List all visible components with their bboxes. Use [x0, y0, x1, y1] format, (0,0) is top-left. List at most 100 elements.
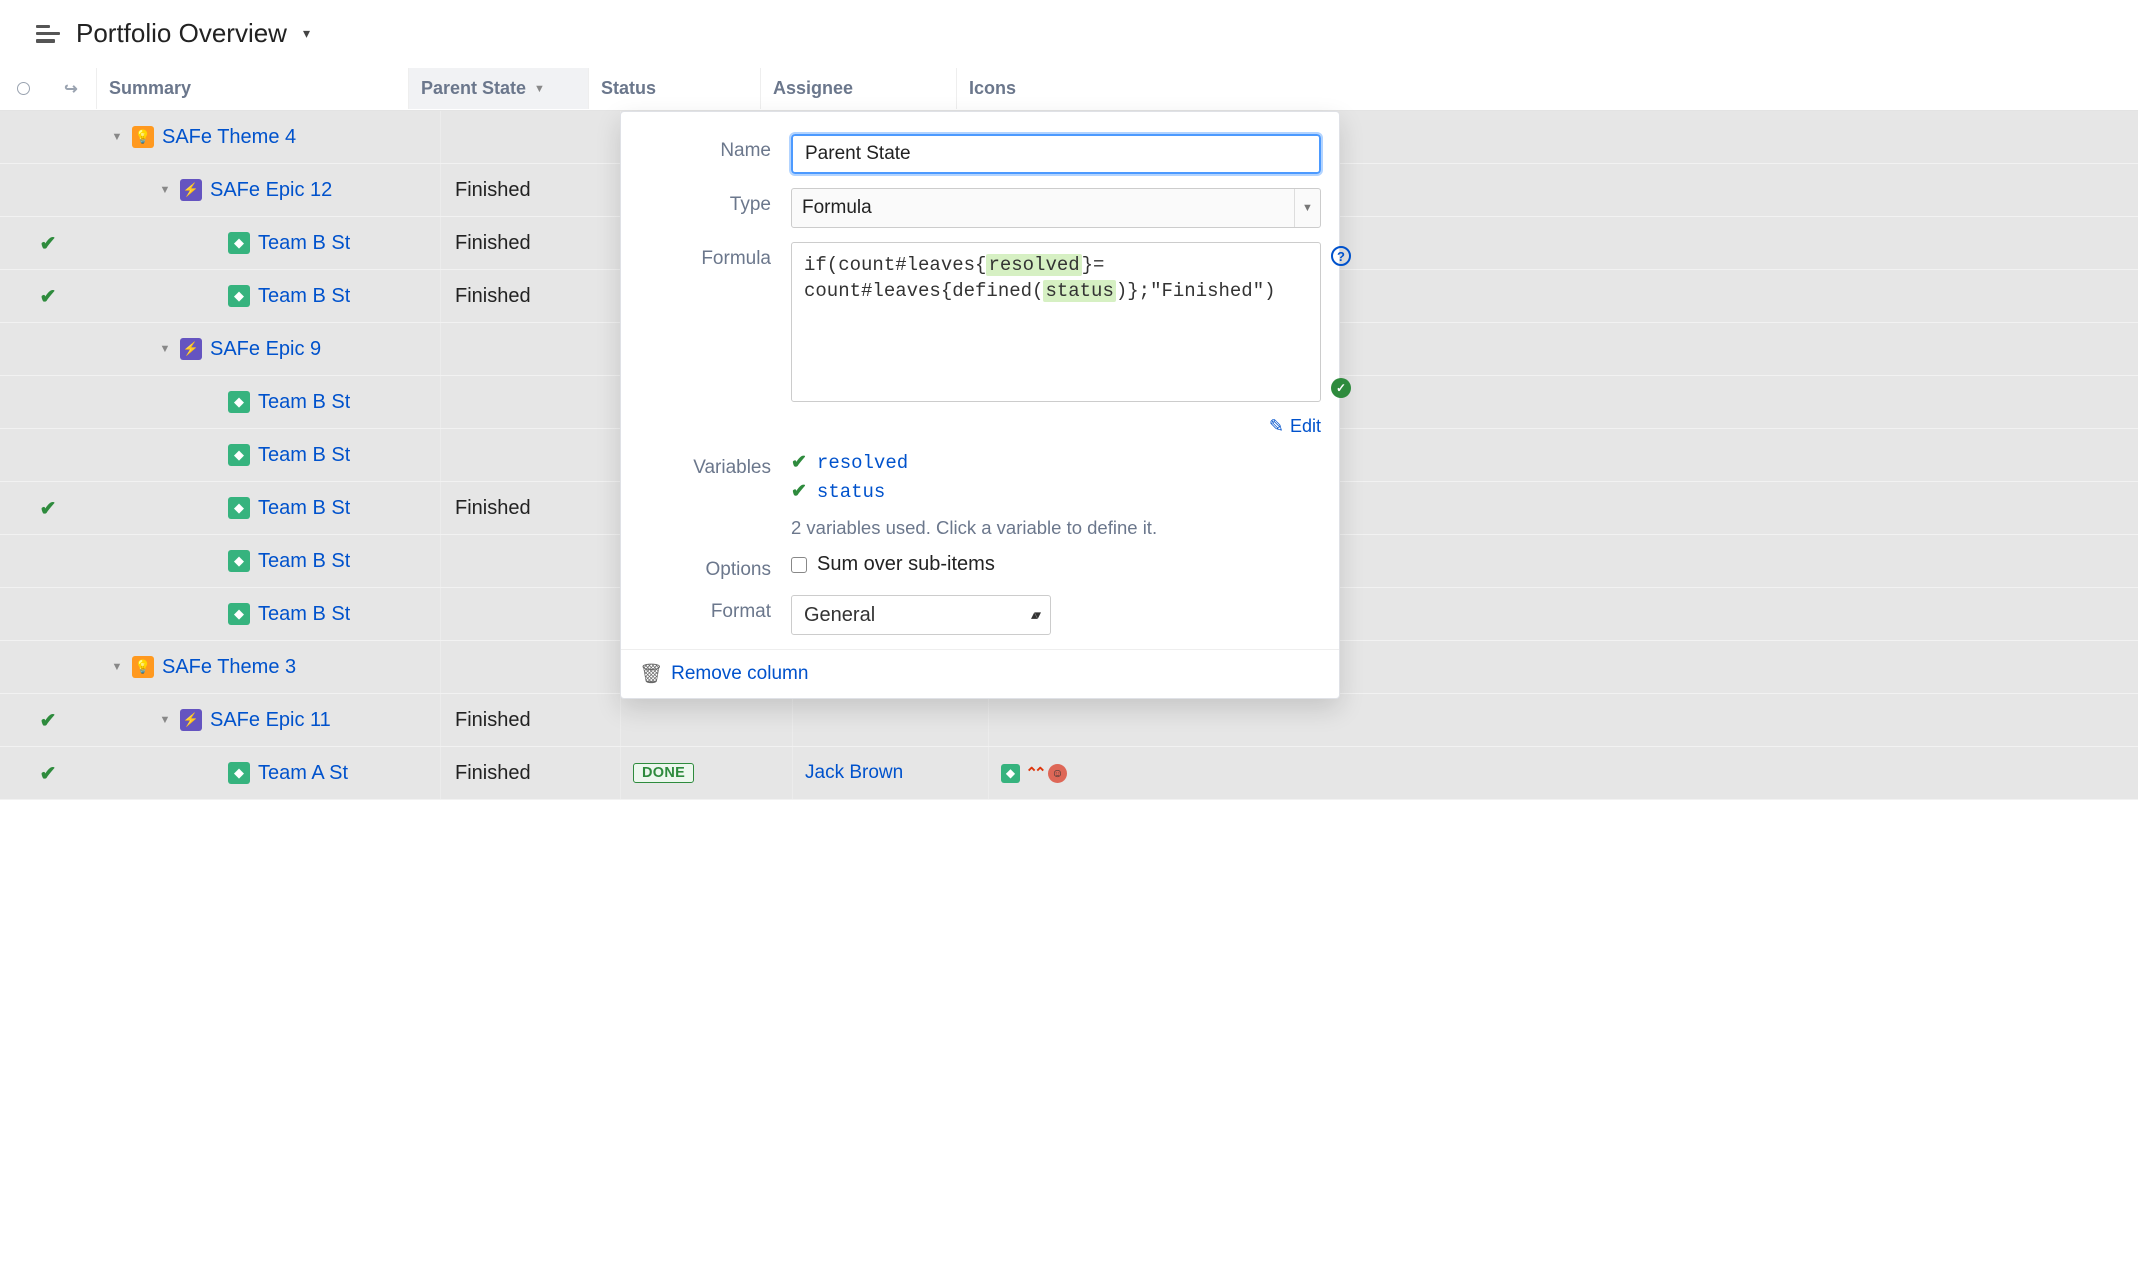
issue-link[interactable]: Team B St: [258, 285, 350, 308]
issue-link[interactable]: Team B St: [258, 391, 350, 414]
variable-status[interactable]: ✔status: [791, 480, 1321, 503]
column-status[interactable]: Status: [588, 68, 760, 109]
summary-cell: ◆Team B St: [96, 217, 440, 269]
summary-cell: ▼💡SAFe Theme 3: [96, 641, 440, 693]
radio-icon: [17, 82, 30, 95]
priority-highest-icon: ⌃⌃: [1024, 763, 1044, 783]
row-done-indicator: ✔: [0, 694, 96, 746]
title-dropdown-icon[interactable]: ▾: [303, 25, 310, 42]
story-icon: ◆: [228, 603, 250, 625]
parent-state-cell: Finished: [440, 482, 620, 534]
check-icon: ✔: [40, 496, 57, 521]
row-done-indicator: ✔: [0, 270, 96, 322]
table-row[interactable]: ✔◆Team A StFinishedDONEJack Brown◆⌃⌃☺: [0, 747, 2138, 800]
select-column[interactable]: [0, 82, 46, 95]
issue-link[interactable]: Team B St: [258, 603, 350, 626]
parent-state-cell: Finished: [440, 164, 620, 216]
row-done-indicator: [0, 429, 96, 481]
reorder-column[interactable]: ↪: [46, 79, 96, 99]
story-icon: ◆: [228, 391, 250, 413]
table-header: ↪ Summary Parent State ▼ Status Assignee…: [0, 67, 2138, 111]
format-select[interactable]: General ▴▾: [791, 595, 1051, 635]
issue-link[interactable]: SAFe Epic 9: [210, 338, 321, 361]
summary-cell: ▼⚡SAFe Epic 9: [96, 323, 440, 375]
label-type: Type: [639, 188, 791, 216]
table-row[interactable]: ✔ ▼ ⚡ SAFe Epic 11 Finished: [0, 694, 2138, 747]
issue-link[interactable]: Team B St: [258, 232, 350, 255]
parent-state-cell: [440, 111, 620, 163]
reorder-icon: ↪: [64, 79, 77, 99]
label-format: Format: [639, 595, 791, 623]
expand-toggle[interactable]: ▼: [158, 184, 172, 196]
story-icon: ◆: [228, 550, 250, 572]
help-icon[interactable]: ?: [1331, 246, 1351, 266]
issue-link[interactable]: SAFe Theme 3: [162, 656, 296, 679]
formula-input[interactable]: if(count#leaves{resolved}= count#leaves{…: [791, 242, 1321, 402]
issue-link[interactable]: Team A St: [258, 762, 348, 785]
chevron-down-icon: ▼: [534, 83, 545, 95]
icons-cell: ◆⌃⌃☺: [988, 747, 2138, 799]
parent-state-cell: Finished: [440, 694, 620, 746]
row-done-indicator: [0, 111, 96, 163]
theme-icon: 💡: [132, 126, 154, 148]
name-input[interactable]: [791, 134, 1321, 174]
check-icon: ✔: [40, 761, 57, 786]
check-icon: ✔: [791, 451, 807, 474]
label-variables: Variables: [639, 451, 791, 479]
expand-toggle[interactable]: ▼: [110, 131, 124, 143]
sum-checkbox[interactable]: [791, 557, 807, 573]
issue-link[interactable]: SAFe Epic 12: [210, 179, 332, 202]
page-title: Portfolio Overview: [76, 18, 287, 49]
column-icons[interactable]: Icons: [956, 68, 2138, 109]
trash-icon: 🗑: [639, 662, 663, 686]
row-done-indicator: ✔: [0, 747, 96, 799]
edit-formula-link[interactable]: ✎ Edit: [791, 416, 1321, 437]
row-done-indicator: [0, 164, 96, 216]
pencil-icon: ✎: [1269, 416, 1284, 437]
column-summary[interactable]: Summary: [96, 68, 408, 109]
story-icon: ◆: [228, 444, 250, 466]
story-icon: ◆: [228, 497, 250, 519]
story-icon: ◆: [228, 285, 250, 307]
row-done-indicator: ✔: [0, 482, 96, 534]
icons-cell: [988, 694, 2138, 746]
parent-state-cell: [440, 429, 620, 481]
parent-state-cell: [440, 323, 620, 375]
issue-link[interactable]: SAFe Epic 11: [210, 709, 331, 732]
column-parent-state[interactable]: Parent State ▼: [408, 68, 588, 109]
epic-icon: ⚡: [180, 709, 202, 731]
assignee-cell[interactable]: [792, 694, 988, 746]
chevron-down-icon: ▼: [1294, 189, 1320, 227]
issue-link[interactable]: Team B St: [258, 444, 350, 467]
expand-toggle[interactable]: ▼: [158, 714, 172, 726]
parent-state-cell: [440, 376, 620, 428]
parent-state-cell: Finished: [440, 270, 620, 322]
status-cell: [620, 694, 792, 746]
remove-column-link[interactable]: Remove column: [671, 663, 808, 685]
column-assignee[interactable]: Assignee: [760, 68, 956, 109]
expand-toggle[interactable]: ▼: [158, 343, 172, 355]
summary-cell: ▼ 💡 SAFe Theme 4: [96, 111, 440, 163]
summary-cell: ◆ Team B St: [96, 482, 440, 534]
summary-cell: ◆ Team B St: [96, 270, 440, 322]
issue-link[interactable]: SAFe Theme 4: [162, 126, 296, 149]
expand-toggle[interactable]: ▼: [110, 661, 124, 673]
issue-link[interactable]: Team B St: [258, 550, 350, 573]
parent-state-cell: Finished: [440, 747, 620, 799]
label-name: Name: [639, 134, 791, 162]
issue-link[interactable]: Team B St: [258, 497, 350, 520]
label-formula: Formula: [639, 242, 791, 270]
parent-state-cell: [440, 588, 620, 640]
variable-resolved[interactable]: ✔resolved: [791, 451, 1321, 474]
assignee-cell[interactable]: Jack Brown: [792, 747, 988, 799]
check-icon: ✔: [791, 480, 807, 503]
row-done-indicator: [0, 323, 96, 375]
sum-checkbox-label: Sum over sub-items: [817, 553, 995, 576]
type-select[interactable]: Formula ▼: [791, 188, 1321, 228]
row-done-indicator: ✔: [0, 217, 96, 269]
row-done-indicator: [0, 376, 96, 428]
story-icon: ◆: [228, 762, 250, 784]
epic-icon: ⚡: [180, 179, 202, 201]
summary-cell: ◆ Team A St: [96, 747, 440, 799]
row-done-indicator: [0, 588, 96, 640]
